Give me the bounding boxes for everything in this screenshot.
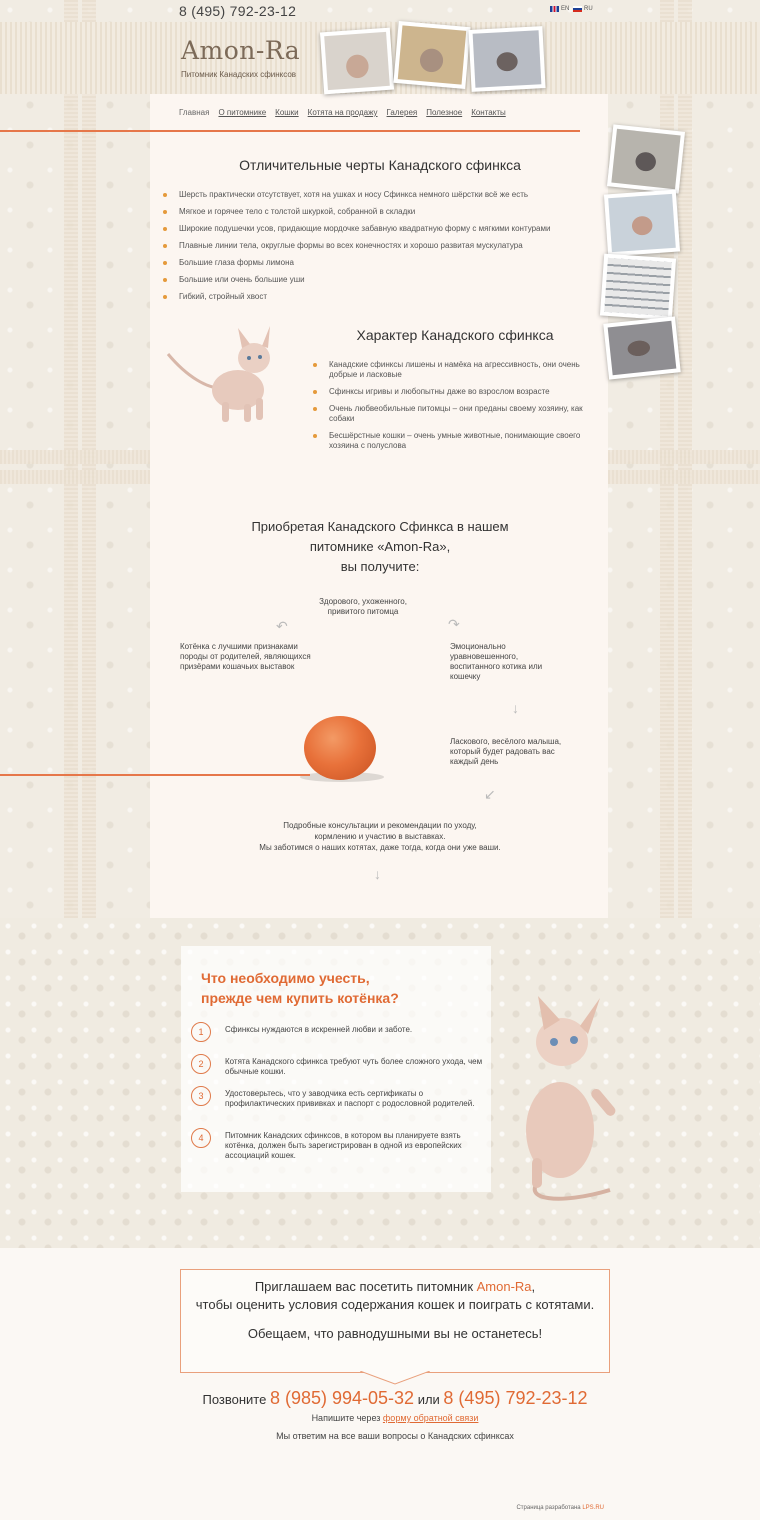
tips-title-line: Что необходимо учесть, — [201, 970, 370, 986]
tip-text: Питомник Канадских сфинксов, в котором в… — [225, 1131, 462, 1160]
character-list: Канадские сфинксы лишены и намёка на агр… — [313, 360, 583, 458]
curved-arrow-icon: ↶ — [276, 618, 288, 634]
kitten-rug-illustration — [526, 996, 616, 1201]
curved-arrow-icon: ↙ — [484, 786, 496, 802]
header-photo-2 — [393, 20, 471, 90]
answer-line: Мы ответим на все ваши вопросы о Канадск… — [276, 1431, 514, 1441]
write-line: Напишите через форму обратной связи — [180, 1413, 610, 1423]
tip-item: 1 Сфинксы нуждаются в искренней любви и … — [191, 1022, 485, 1042]
list-item: Мягкое и горячее тело с толстой шкуркой,… — [163, 207, 593, 217]
tip-text: Котята Канадского сфинкса требуют чуть б… — [225, 1057, 483, 1076]
benefit-balanced: Эмоционально уравновешенного, воспитанно… — [450, 642, 543, 681]
benefit-consultations-line: Подробные консультации и рекомендации по… — [283, 821, 477, 830]
list-item: Широкие подушечки усов, придающие мордоч… — [163, 224, 593, 234]
kitten-illustration — [166, 326, 270, 422]
benefits-title-line: питомнике «Amon-Ra», — [309, 539, 451, 554]
developer-credit-text: Страница разработана — [516, 1505, 581, 1511]
tip-item: 2 Котята Канадского сфинкса требуют чуть… — [191, 1054, 485, 1077]
list-item: Шерсть практически отсутствует, хотя на … — [163, 190, 593, 200]
nav-item-about[interactable]: О питомнике — [218, 108, 266, 117]
tip-item: 3 Удостоверьтесь, что у заводчика есть с… — [191, 1086, 485, 1109]
write-prefix: Напишите через — [311, 1413, 381, 1423]
benefits-title: Приобретая Канадского Сфинкса в нашем пи… — [180, 517, 580, 577]
main-nav: Главная О питомнике Кошки Котята на прод… — [179, 108, 506, 117]
developer-credit: Страница разработана LPS.RU — [516, 1505, 604, 1511]
phone-link-2[interactable]: 8 (495) 792-23-12 — [443, 1388, 587, 1408]
nav-item-gallery[interactable]: Галерея — [387, 108, 418, 117]
nav-item-useful[interactable]: Полезное — [426, 108, 462, 117]
arrow-down-icon: ↓ — [512, 700, 519, 716]
nav-item-contacts[interactable]: Контакты — [471, 108, 506, 117]
orange-thread-decor — [0, 774, 310, 776]
phone-link-1[interactable]: 8 (985) 994-05-32 — [270, 1388, 414, 1408]
invite-line-2: чтобы оценить условия содержания кошек и… — [195, 1297, 595, 1312]
call-prefix: Позвоните — [202, 1392, 267, 1407]
benefit-best-traits: Котёнка с лучшими признаками породы от р… — [180, 642, 311, 671]
list-item: Канадские сфинксы лишены и намёка на агр… — [313, 360, 583, 380]
tip-text: Удостоверьтесь, что у заводчика есть сер… — [225, 1089, 475, 1108]
benefit-playful: Ласкового, весёлого малыша, который буде… — [450, 737, 562, 766]
benefit-consultations-line: кормлению и участию в выставках. — [314, 832, 446, 841]
nav-item-cats[interactable]: Кошки — [275, 108, 299, 117]
logo-subtitle: Питомник Канадских сфинксов — [181, 70, 297, 79]
benefit-consultations: Подробные консультации и рекомендации по… — [220, 820, 540, 853]
call-or: или — [417, 1392, 440, 1407]
invite-box-pointer — [360, 1371, 430, 1385]
invite-text: Приглашаем вас посетить питомник — [254, 1279, 477, 1294]
orange-thread-decor — [0, 130, 580, 132]
tip-text: Сфинксы нуждаются в искренней любви и за… — [225, 1025, 413, 1034]
tip-number-badge: 2 — [191, 1054, 211, 1074]
site-logo[interactable]: Amon-Ra — [181, 36, 300, 65]
benefits-title-line: Приобретая Канадского Сфинкса в нашем — [251, 519, 509, 534]
benefit-healthy: Здорового, ухоженного, привитого питомца — [319, 597, 407, 616]
features-title: Отличительные черты Канадского сфинкса — [239, 157, 521, 173]
tip-number-badge: 3 — [191, 1086, 211, 1106]
side-photo-2 — [603, 189, 681, 257]
arrow-down-icon: ↓ — [374, 866, 381, 882]
developer-link[interactable]: LPS.RU — [582, 1505, 604, 1511]
invite-line-1: Приглашаем вас посетить питомник Amon-Ra… — [180, 1279, 610, 1294]
tip-number-badge: 1 — [191, 1022, 211, 1042]
list-item: Очень любвеобильные питомцы – они предан… — [313, 404, 583, 424]
tip-item: 4 Питомник Канадских сфинксов, в котором… — [191, 1128, 485, 1161]
curved-arrow-icon: ↷ — [448, 616, 460, 632]
lang-en-link[interactable]: EN — [550, 6, 569, 12]
header-photo-3 — [468, 26, 546, 92]
tips-title: Что необходимо учесть, прежде чем купить… — [201, 968, 399, 1008]
invite-brand: Amon-Ra — [476, 1279, 532, 1294]
lang-ru-label: RU — [584, 6, 593, 12]
tips-title-line: прежде чем купить котёнка? — [201, 990, 399, 1006]
ru-flag-icon — [573, 6, 582, 12]
uk-flag-icon — [550, 6, 559, 12]
list-item: Большие или очень большие уши — [163, 275, 593, 285]
side-photo-3 — [599, 253, 677, 321]
character-title: Характер Канадского сфинкса — [356, 327, 554, 343]
list-item: Бесшёрстные кошки – очень умные животные… — [313, 431, 583, 451]
features-list: Шерсть практически отсутствует, хотя на … — [163, 190, 593, 309]
kitten-on-rug-image — [500, 990, 630, 1210]
side-photo-1 — [606, 124, 686, 194]
lang-en-label: EN — [561, 6, 570, 12]
benefits-title-line: вы получите: — [340, 559, 420, 574]
list-item: Гибкий, стройный хвост — [163, 292, 593, 302]
tip-number-badge: 4 — [191, 1128, 211, 1148]
header-phone: 8 (495) 792-23-12 — [179, 3, 297, 19]
nav-item-kittens[interactable]: Котята на продажу — [308, 108, 378, 117]
list-item: Большие глаза формы лимона — [163, 258, 593, 268]
invite-line-3: Обещаем, что равнодушными вы не останете… — [247, 1326, 543, 1341]
invite-text: , — [531, 1279, 536, 1294]
nav-item-home[interactable]: Главная — [179, 108, 209, 117]
header-photo-1 — [319, 27, 395, 95]
side-photo-4 — [603, 316, 681, 380]
benefit-consultations-line: Мы заботимся о наших котятах, даже тогда… — [259, 843, 501, 852]
list-item: Плавные линии тела, округлые формы во вс… — [163, 241, 593, 251]
call-line: Позвоните 8 (985) 994-05-32 или 8 (495) … — [180, 1388, 610, 1409]
yarn-ball-image — [304, 716, 376, 780]
list-item: Сфинксы игривы и любопытны даже во взрос… — [313, 387, 583, 397]
kitten-image — [158, 318, 288, 428]
feedback-form-link[interactable]: форму обратной связи — [383, 1413, 479, 1423]
lang-ru-link[interactable]: RU — [573, 6, 593, 12]
